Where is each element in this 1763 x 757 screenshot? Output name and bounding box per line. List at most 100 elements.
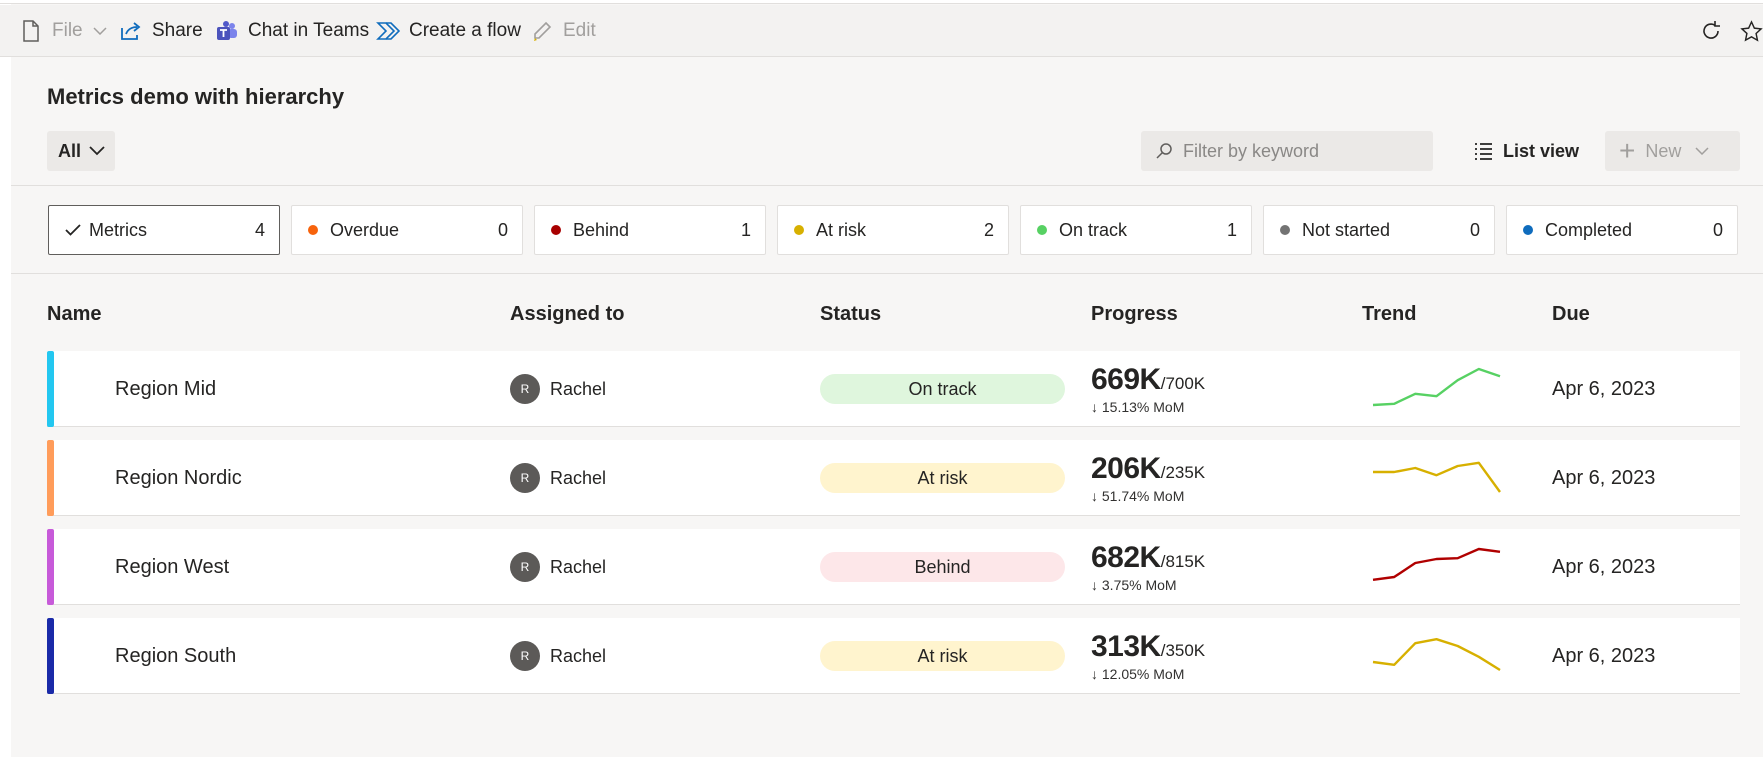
trend-sparkline bbox=[1369, 539, 1504, 592]
trend-sparkline bbox=[1369, 450, 1504, 503]
progress-value: 206K bbox=[1091, 452, 1161, 485]
status-card-label: Not started bbox=[1302, 219, 1391, 240]
assigned-to[interactable]: R Rachel bbox=[510, 618, 606, 694]
status-card-behind[interactable]: Behind 1 bbox=[534, 205, 766, 255]
owner-name: Rachel bbox=[550, 378, 607, 399]
column-header-status[interactable]: Status bbox=[820, 303, 881, 326]
owner-name: Rachel bbox=[550, 467, 607, 488]
progress-target: /815K bbox=[1160, 552, 1206, 571]
status-badge[interactable]: At risk bbox=[820, 641, 1065, 671]
trend-line bbox=[1372, 547, 1501, 581]
column-header-name[interactable]: Name bbox=[47, 303, 101, 326]
status-dot bbox=[308, 225, 318, 235]
teams-icon bbox=[214, 18, 240, 44]
chevron-down-icon bbox=[81, 146, 105, 156]
progress-cell[interactable]: 669K/700K ↓ 15.13% MoM bbox=[1091, 363, 1205, 415]
create-flow-label: Create a flow bbox=[409, 20, 521, 41]
column-header-due[interactable]: Due bbox=[1552, 303, 1590, 326]
status-card-overdue[interactable]: Overdue 0 bbox=[291, 205, 523, 255]
metric-name[interactable]: Region Nordic bbox=[115, 440, 242, 516]
refresh-icon bbox=[1699, 19, 1723, 43]
table-row[interactable]: Region Mid R Rachel On track 669K/700K ↓… bbox=[47, 351, 1740, 427]
progress-cell[interactable]: 682K/815K ↓ 3.75% MoM bbox=[1091, 541, 1205, 593]
assigned-to[interactable]: R Rachel bbox=[510, 351, 606, 427]
progress-value: 682K bbox=[1091, 541, 1161, 574]
trend-chart bbox=[1372, 637, 1501, 672]
search-icon bbox=[1155, 142, 1173, 160]
status-card-label: Metrics bbox=[89, 219, 147, 240]
progress-value: 313K bbox=[1091, 630, 1161, 663]
status-badge[interactable]: At risk bbox=[820, 463, 1065, 493]
progress-change: ↓ 15.13% MoM bbox=[1091, 399, 1185, 415]
progress-target: /350K bbox=[1160, 641, 1206, 660]
status-card-count: 0 bbox=[497, 219, 508, 240]
chevron-down-icon bbox=[93, 27, 107, 35]
progress-change: ↓ 3.75% MoM bbox=[1091, 577, 1177, 593]
avatar: R bbox=[510, 641, 540, 671]
new-button[interactable]: + New bbox=[1605, 131, 1740, 171]
progress-target: /235K bbox=[1160, 463, 1206, 482]
progress-cell[interactable]: 206K/235K ↓ 51.74% MoM bbox=[1091, 452, 1205, 504]
due-date: Apr 6, 2023 bbox=[1552, 555, 1656, 578]
assigned-to[interactable]: R Rachel bbox=[510, 529, 606, 605]
status-dot bbox=[794, 225, 804, 235]
new-label: New bbox=[1645, 140, 1682, 161]
page-title: Metrics demo with hierarchy bbox=[47, 84, 345, 109]
status-card-completed[interactable]: Completed 0 bbox=[1506, 205, 1738, 255]
status-badge[interactable]: On track bbox=[820, 374, 1065, 404]
column-header-assigned[interactable]: Assigned to bbox=[510, 303, 624, 326]
progress-value: 669K bbox=[1091, 363, 1161, 396]
scope-dropdown[interactable]: All bbox=[47, 131, 115, 171]
status-card-on-track[interactable]: On track 1 bbox=[1020, 205, 1252, 255]
status-badge[interactable]: Behind bbox=[820, 552, 1065, 582]
status-card-not-started[interactable]: Not started 0 bbox=[1263, 205, 1495, 255]
due-date: Apr 6, 2023 bbox=[1552, 644, 1656, 667]
edit-label: Edit bbox=[563, 20, 596, 41]
table-row[interactable]: Region Nordic R Rachel At risk 206K/235K… bbox=[47, 440, 1740, 516]
progress-change: ↓ 51.74% MoM bbox=[1091, 488, 1185, 504]
favorite-button[interactable] bbox=[1740, 5, 1763, 57]
status-card-label: On track bbox=[1059, 219, 1128, 240]
refresh-button[interactable] bbox=[1699, 5, 1723, 57]
edit-button[interactable]: Edit bbox=[529, 5, 596, 57]
avatar: R bbox=[510, 552, 540, 582]
status-card-count: 0 bbox=[1712, 219, 1723, 240]
column-header-trend[interactable]: Trend bbox=[1362, 303, 1416, 326]
due-date: Apr 6, 2023 bbox=[1552, 377, 1656, 400]
toolbar: File Share Chat in Teams Create a flow E… bbox=[0, 5, 1763, 57]
row-color-bar bbox=[47, 529, 54, 605]
trend-line bbox=[1373, 461, 1501, 493]
filter-by-keyword-input[interactable]: Filter by keyword bbox=[1141, 131, 1433, 171]
share-button[interactable]: Share bbox=[118, 5, 203, 57]
status-card-label: Behind bbox=[573, 219, 630, 240]
metric-name[interactable]: Region Mid bbox=[115, 351, 216, 427]
status-card-label: Overdue bbox=[330, 219, 400, 240]
window-top-border bbox=[0, 0, 1763, 4]
column-header-progress[interactable]: Progress bbox=[1091, 303, 1178, 326]
star-icon bbox=[1740, 19, 1763, 43]
metric-name[interactable]: Region South bbox=[115, 618, 236, 694]
share-icon bbox=[118, 18, 144, 44]
list-view-button[interactable]: List view bbox=[1473, 131, 1579, 171]
document-icon bbox=[18, 18, 44, 44]
owner-name: Rachel bbox=[550, 556, 607, 577]
status-card-metrics[interactable]: Metrics 4 bbox=[48, 205, 280, 255]
trend-sparkline bbox=[1369, 628, 1504, 681]
power-automate-icon bbox=[375, 18, 401, 44]
metric-name[interactable]: Region West bbox=[115, 529, 229, 605]
status-dot bbox=[1037, 225, 1047, 235]
status-card-count: 1 bbox=[1226, 219, 1237, 240]
file-menu[interactable]: File bbox=[18, 5, 107, 57]
chat-in-teams-button[interactable]: Chat in Teams bbox=[214, 5, 369, 57]
status-card-count: 1 bbox=[740, 219, 751, 240]
list-icon bbox=[1473, 141, 1503, 161]
status-card-at-risk[interactable]: At risk 2 bbox=[777, 205, 1009, 255]
progress-cell[interactable]: 313K/350K ↓ 12.05% MoM bbox=[1091, 630, 1205, 682]
table-row[interactable]: Region West R Rachel Behind 682K/815K ↓ … bbox=[47, 529, 1740, 605]
assigned-to[interactable]: R Rachel bbox=[510, 440, 606, 516]
status-card-count: 2 bbox=[983, 219, 994, 240]
create-flow-button[interactable]: Create a flow bbox=[375, 5, 521, 57]
trend-chart bbox=[1373, 461, 1501, 493]
table-row[interactable]: Region South R Rachel At risk 313K/350K … bbox=[47, 618, 1740, 694]
chat-in-teams-label: Chat in Teams bbox=[248, 20, 370, 41]
